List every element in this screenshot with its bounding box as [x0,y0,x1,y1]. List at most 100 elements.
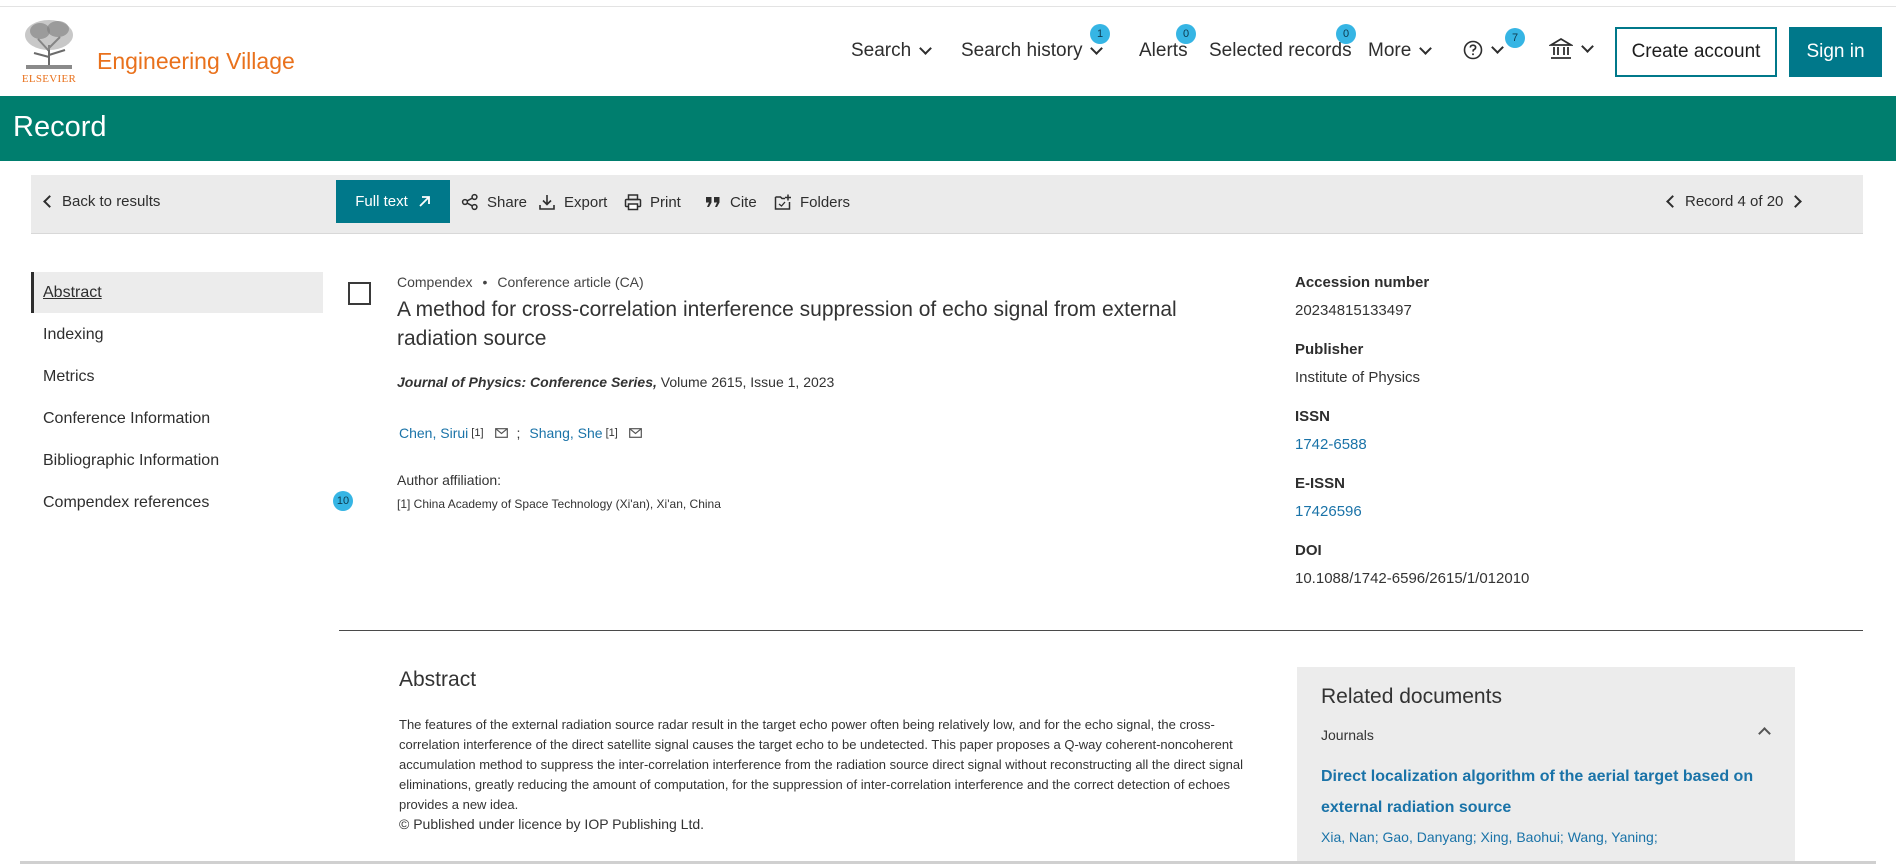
folders-label: Folders [800,193,851,211]
nav-search-history-label: Search history [961,40,1083,61]
help-icon [1463,40,1483,60]
issn-link[interactable]: 1742-6588 [1295,430,1795,475]
previous-record-icon[interactable] [1666,195,1679,208]
folder-add-icon [774,194,791,210]
site-header: ELSEVIER Engineering Village Search Sear… [0,7,1896,96]
author-affiliation-ref: [1] [471,427,484,439]
document-type: Conference article (CA) [497,274,644,290]
nav-more[interactable]: More [1368,40,1433,62]
nav-alerts-label: Alerts [1139,40,1188,61]
share-icon [461,193,478,211]
back-to-results-link[interactable]: Back to results [43,193,161,210]
export-icon [539,195,555,210]
accession-number: 20234815133497 [1295,302,1412,319]
export-button[interactable]: Export [538,193,607,211]
record-pagination: Record 4 of 20 [1666,193,1803,210]
related-documents-heading: Related documents [1321,685,1502,708]
back-to-results-label: Back to results [62,193,161,210]
chevron-left-icon [43,195,56,208]
page-title: Record [13,111,107,143]
nav-institution[interactable] [1549,37,1594,61]
external-link-icon [419,196,430,207]
doi: 10.1088/1742-6596/2615/1/012010 [1295,570,1530,587]
create-account-button[interactable]: Create account [1615,27,1777,77]
references-count-badge: 10 [333,491,353,511]
record-title: A method for cross-correlation interfere… [397,298,1177,350]
sign-in-button[interactable]: Sign in [1789,27,1882,77]
related-journals-toggle[interactable]: Journals [1321,727,1374,743]
related-document-link[interactable]: Direct localization algorithm of the aer… [1321,761,1781,823]
eissn-label: E-ISSN [1295,475,1346,492]
record-sidebar: Abstract Indexing Metrics Conference Inf… [31,272,323,524]
share-button[interactable]: Share [461,193,527,211]
selected-records-count-badge: 0 [1336,24,1356,44]
institution-icon [1549,37,1573,59]
nav-more-label: More [1368,40,1412,61]
journal-details: Volume 2615, Issue 1, 2023 [660,374,835,390]
author-link[interactable]: Chen, Sirui [399,425,468,441]
print-button[interactable]: Print [624,193,681,211]
print-icon [624,194,642,211]
chevron-down-icon [1581,40,1594,53]
nav-selected-records[interactable]: Selected records [1209,40,1352,62]
sidebar-item-conference-information[interactable]: Conference Information [31,398,323,439]
related-document-authors[interactable]: Xia, Nan; Gao, Danyang; Xing, Baohui; Wa… [1321,829,1658,845]
separator-dot: • [482,274,488,290]
export-label: Export [564,193,608,211]
sidebar-item-abstract[interactable]: Abstract [31,272,323,313]
cite-label: Cite [730,193,757,211]
next-record-icon[interactable] [1789,195,1803,208]
eissn-link[interactable]: 17426596 [1295,497,1795,542]
chevron-down-icon [1491,41,1504,54]
folders-button[interactable]: Folders [774,193,850,211]
author-affiliation: [1] China Academy of Space Technology (X… [397,497,721,511]
author-link[interactable]: Shang, She [529,425,602,441]
email-icon[interactable] [494,428,508,438]
record-position: Record 4 of 20 [1685,193,1784,210]
abstract-text: The features of the external radiation s… [399,717,1243,812]
issn-label: ISSN [1295,408,1331,425]
chevron-down-icon [919,42,933,55]
sidebar-item-metrics[interactable]: Metrics [31,356,323,397]
quote-icon [706,197,720,207]
nav-search-history[interactable]: Search history [961,40,1104,62]
sidebar-item-indexing[interactable]: Indexing [31,314,323,355]
abstract-copyright: © Published under licence by IOP Publish… [399,816,705,832]
full-text-button[interactable]: Full text [336,180,450,223]
sidebar-item-compendex-references[interactable]: Compendex references [31,482,323,523]
elsevier-wordmark: ELSEVIER [21,73,77,85]
record-banner: Record [0,96,1896,161]
author-separator: ; [516,425,521,441]
section-divider [339,630,1863,631]
elsevier-logo[interactable]: ELSEVIER [20,17,78,85]
chevron-down-icon [1419,42,1433,55]
publisher: Institute of Physics [1295,369,1421,386]
journal-name[interactable]: Journal of Physics: Conference Series, [397,374,657,390]
nav-alerts[interactable]: Alerts [1139,40,1188,62]
accession-number-label: Accession number [1295,274,1430,291]
author-affiliation-label: Author affiliation: [397,472,502,488]
sidebar-item-bibliographic-information[interactable]: Bibliographic Information [31,440,323,481]
record-source-line: Compendex • Conference article (CA) [397,274,644,290]
record-toolbar: Back to results Full text Share Export P… [31,175,1863,234]
related-documents-panel: Related documents Journals Direct locali… [1297,667,1795,864]
search-history-count-badge: 1 [1090,24,1110,44]
author-list: Chen, Sirui [1] ; Shang, She [1] [399,425,648,441]
nav-help[interactable] [1463,40,1504,60]
email-icon[interactable] [628,428,642,438]
chevron-up-icon[interactable] [1758,727,1771,740]
nav-selected-records-label: Selected records [1209,40,1352,61]
full-text-label: Full text [355,193,408,210]
database-name: Compendex [397,274,473,290]
cite-button[interactable]: Cite [704,193,757,211]
elsevier-tree-icon [20,17,78,72]
author-affiliation-ref: [1] [605,427,618,439]
select-record-checkbox[interactable] [348,282,371,305]
share-label: Share [487,193,528,211]
doi-label: DOI [1295,542,1322,559]
journal-citation: Journal of Physics: Conference Series, V… [397,374,834,390]
nav-search[interactable]: Search [851,40,933,62]
print-label: Print [650,193,681,211]
publisher-label: Publisher [1295,341,1364,358]
brand-name[interactable]: Engineering Village [97,48,295,75]
